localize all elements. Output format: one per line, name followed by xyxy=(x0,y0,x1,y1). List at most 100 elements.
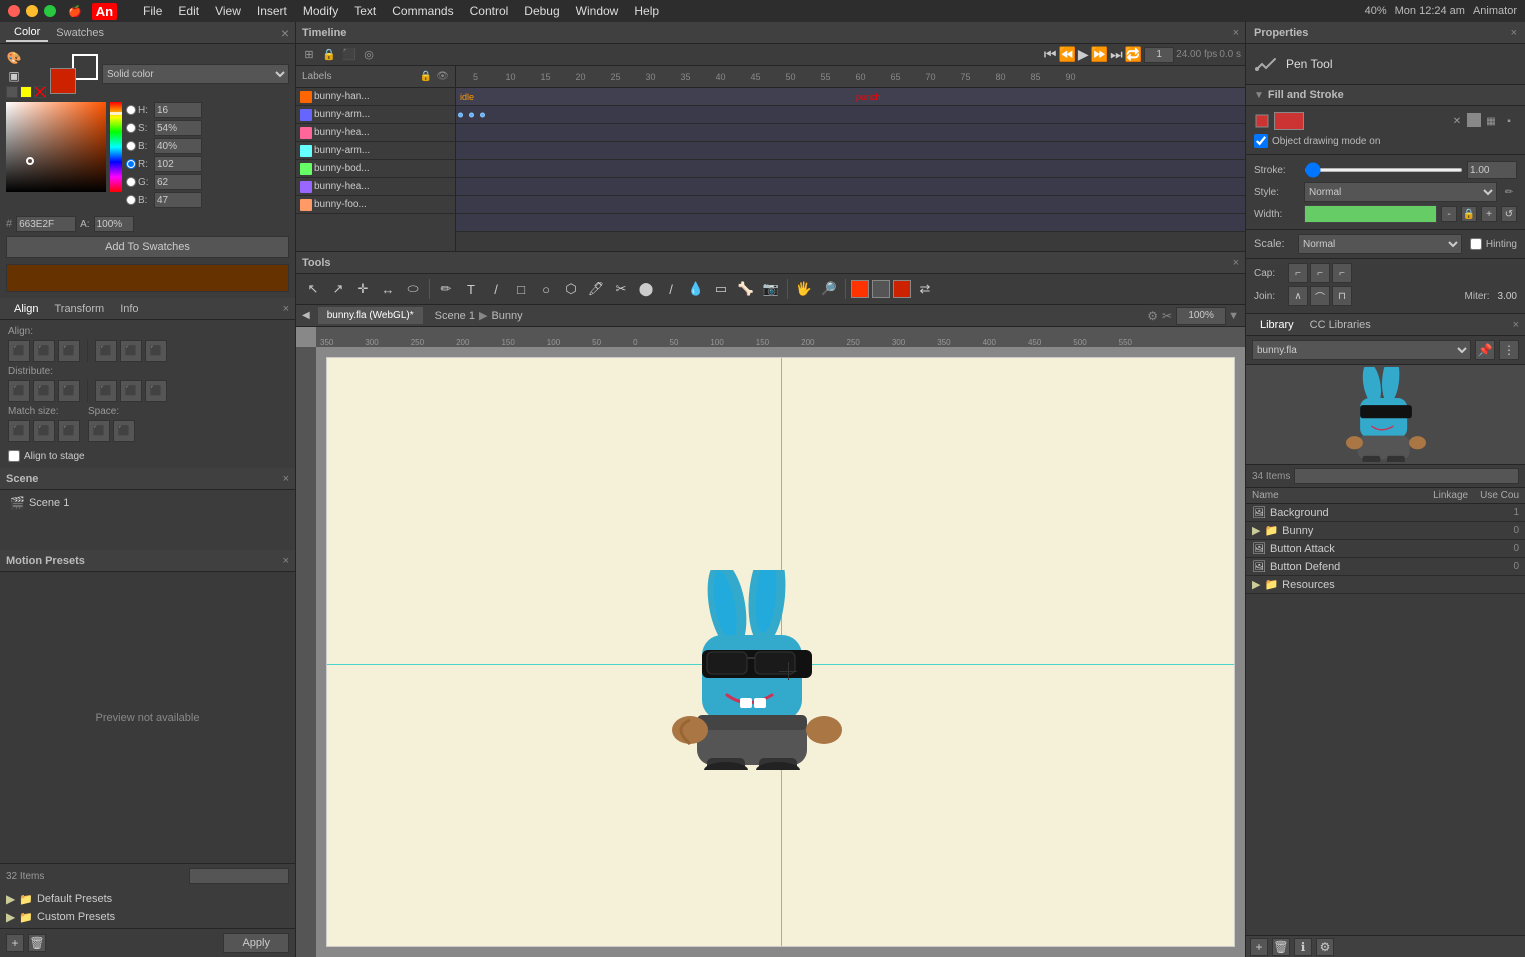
dist-vcenter-btn[interactable]: ⬛ xyxy=(120,380,142,402)
fill-solid-icon[interactable] xyxy=(1467,113,1481,127)
tab-cc-libraries[interactable]: CC Libraries xyxy=(1302,317,1379,333)
solid-color-icon[interactable]: 🎨 xyxy=(6,50,22,66)
close-button[interactable] xyxy=(8,5,20,17)
frame-number-input[interactable] xyxy=(1144,47,1174,63)
alpha-input[interactable] xyxy=(94,216,134,232)
motion-delete-btn[interactable]: 🗑 xyxy=(28,934,46,952)
tool-hand[interactable]: 🖐 xyxy=(793,278,815,300)
tl-last-btn[interactable]: ⏭ xyxy=(1110,46,1123,63)
dist-left-btn[interactable]: ⬛ xyxy=(8,380,30,402)
align-bottom-btn[interactable]: ⬛ xyxy=(145,340,167,362)
fill-pattern-icon[interactable]: ▪ xyxy=(1501,113,1517,129)
space-h-btn[interactable]: ⬛ xyxy=(88,420,110,442)
cap-none-btn[interactable]: ⌐ xyxy=(1288,263,1308,283)
menu-view[interactable]: View xyxy=(215,4,241,18)
tool-zoom[interactable]: 🔎 xyxy=(818,278,840,300)
fill-swatch[interactable] xyxy=(50,68,76,94)
library-close[interactable]: × xyxy=(1513,319,1519,331)
tl-next-btn[interactable]: ⏩ xyxy=(1091,46,1108,63)
tool-select[interactable]: ↖ xyxy=(302,278,324,300)
tab-transform[interactable]: Transform xyxy=(46,301,112,317)
motion-add-btn[interactable]: + xyxy=(6,934,24,952)
library-pin-btn[interactable]: 📌 xyxy=(1475,340,1495,360)
col-linkage[interactable]: Linkage xyxy=(1427,488,1474,503)
maximize-button[interactable] xyxy=(44,5,56,17)
match-w-btn[interactable]: ⬛ xyxy=(8,420,30,442)
fill-gradient-icon[interactable]: ▦ xyxy=(1483,113,1499,129)
menu-commands[interactable]: Commands xyxy=(392,4,453,18)
tab-info[interactable]: Info xyxy=(112,301,146,317)
tl-loop-btn[interactable]: 🔁 xyxy=(1125,46,1142,63)
align-panel-close[interactable]: × xyxy=(283,303,289,315)
tool-paint-bucket[interactable]: ⬤ xyxy=(635,278,657,300)
tool-pencil[interactable]: 🖊 xyxy=(585,278,607,300)
layer-row-5[interactable]: bunny-hea... xyxy=(296,178,455,196)
tool-line[interactable]: / xyxy=(485,278,507,300)
color-b-input[interactable] xyxy=(154,138,202,154)
tool-fill-color[interactable] xyxy=(872,280,890,298)
color-s-input[interactable] xyxy=(154,120,202,136)
width-reset-btn[interactable]: ↺ xyxy=(1501,206,1517,222)
add-to-swatches-button[interactable]: Add To Swatches xyxy=(6,236,289,258)
motion-search-input[interactable] xyxy=(189,868,289,884)
fill-tool-icon[interactable] xyxy=(1254,113,1270,129)
canvas-stage[interactable] xyxy=(326,357,1235,947)
menu-help[interactable]: Help xyxy=(634,4,659,18)
align-hcenter-btn[interactable]: ⬛ xyxy=(33,340,55,362)
tool-subselect[interactable]: ↗ xyxy=(327,278,349,300)
color-g-input[interactable] xyxy=(154,174,202,190)
fill-none-icon[interactable]: ✕ xyxy=(1449,113,1465,129)
stage-zoom-dropdown[interactable]: ▼ xyxy=(1228,310,1239,322)
match-wh-btn[interactable]: ⬛ xyxy=(58,420,80,442)
width-lock-btn[interactable]: 🔒 xyxy=(1461,206,1477,222)
layer-row-0[interactable]: bunny-han... xyxy=(296,88,455,106)
color-util-2[interactable] xyxy=(20,86,32,98)
tool-oval[interactable]: ○ xyxy=(535,278,557,300)
join-miter-btn[interactable]: ∧ xyxy=(1288,286,1308,306)
stroke-style-edit[interactable]: ✏ xyxy=(1501,184,1517,200)
dist-top-btn[interactable]: ⬛ xyxy=(95,380,117,402)
cap-round-btn[interactable]: ⌐ xyxy=(1310,263,1330,283)
window-controls[interactable] xyxy=(8,5,56,17)
properties-close[interactable]: × xyxy=(1511,27,1517,39)
color-util-3[interactable] xyxy=(34,86,46,98)
obj-drawing-checkbox[interactable] xyxy=(1254,134,1268,148)
tab-swatches[interactable]: Swatches xyxy=(48,25,112,41)
width-minus-btn[interactable]: - xyxy=(1441,206,1457,222)
list-item[interactable]: ▶ 📁 Resources xyxy=(1246,576,1525,594)
join-bevel-btn[interactable]: ⊓ xyxy=(1332,286,1352,306)
menu-modify[interactable]: Modify xyxy=(303,4,338,18)
tool-eraser[interactable]: ▭ xyxy=(710,278,732,300)
tool-text[interactable]: T xyxy=(460,278,482,300)
menu-bar[interactable]: File Edit View Insert Modify Text Comman… xyxy=(143,4,659,18)
color-r-radio[interactable] xyxy=(126,159,136,169)
width-plus-btn[interactable]: + xyxy=(1481,206,1497,222)
align-to-stage-checkbox[interactable] xyxy=(8,450,20,462)
stage-tab-file[interactable]: bunny.fla (WebGL)* xyxy=(318,307,423,324)
fill-stroke-section-header[interactable]: ▼ Fill and Stroke xyxy=(1246,85,1525,106)
timeline-close[interactable]: × xyxy=(1233,27,1239,39)
tool-camera[interactable]: 📷 xyxy=(760,278,782,300)
color-g-radio[interactable] xyxy=(126,177,136,187)
dist-bottom-btn[interactable]: ⬛ xyxy=(145,380,167,402)
menu-file[interactable]: File xyxy=(143,4,162,18)
tl-icon-layers[interactable]: ⊞ xyxy=(300,46,318,64)
layer-row-4[interactable]: bunny-bod... xyxy=(296,160,455,178)
tab-library[interactable]: Library xyxy=(1252,317,1302,333)
lib-properties-btn[interactable]: ℹ xyxy=(1294,938,1312,956)
color-type-select[interactable]: Solid color xyxy=(102,64,289,84)
menu-control[interactable]: Control xyxy=(470,4,509,18)
scene-item[interactable]: 🎬 Scene 1 xyxy=(6,494,289,512)
menu-insert[interactable]: Insert xyxy=(257,4,287,18)
tab-color[interactable]: Color xyxy=(6,24,48,42)
color-r-input[interactable] xyxy=(154,156,202,172)
tool-bone[interactable]: 🦴 xyxy=(735,278,757,300)
align-right-btn[interactable]: ⬛ xyxy=(58,340,80,362)
color-panel-close[interactable]: × xyxy=(281,25,289,41)
join-round-btn[interactable]: ⌒ xyxy=(1310,286,1330,306)
color-s-radio[interactable] xyxy=(126,123,136,133)
hex-input[interactable] xyxy=(16,216,76,232)
breadcrumb-symbol[interactable]: Bunny xyxy=(491,310,522,322)
library-file-select[interactable]: bunny.fla xyxy=(1252,340,1471,360)
layer-row-2[interactable]: bunny-hea... xyxy=(296,124,455,142)
